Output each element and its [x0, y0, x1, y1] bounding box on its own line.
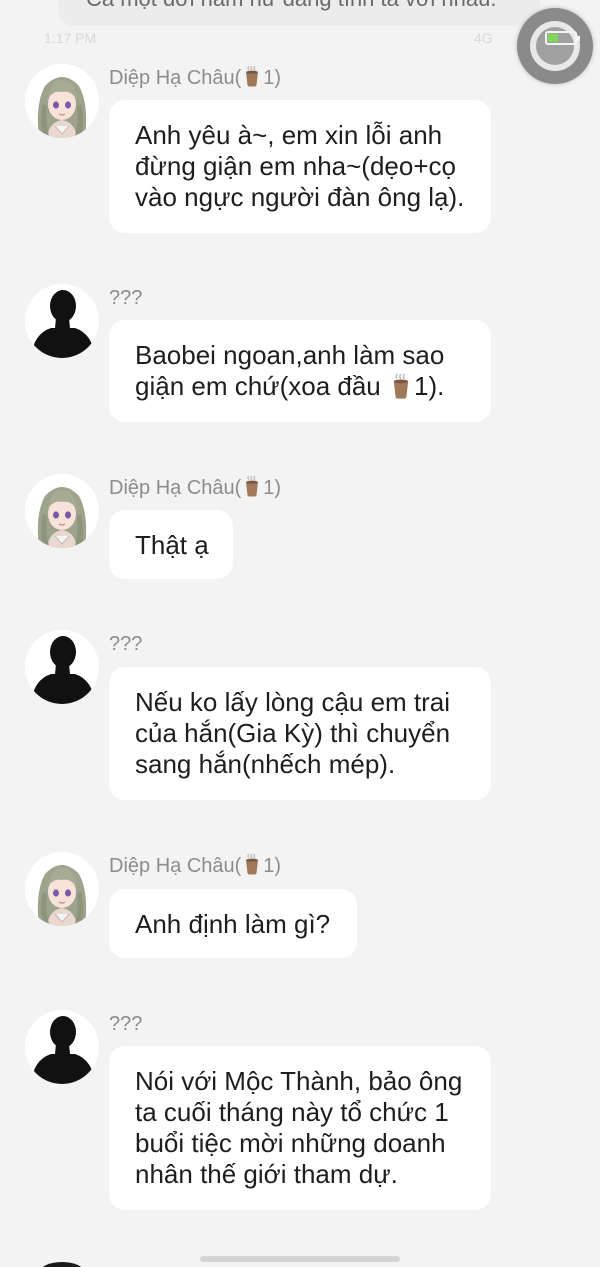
home-indicator[interactable] [200, 1256, 400, 1262]
sender-name: ??? [109, 633, 143, 655]
message-bubble[interactable]: Anh định làm gì? [109, 889, 357, 958]
previous-message-bubble: Cả một đời nắm nữ đang tình ta với nhau. [58, 0, 540, 26]
message-bubble[interactable]: Nếu ko lấy lòng cậu em trai của hắn(Gia … [109, 667, 491, 800]
status-time: 1:17 PM [44, 30, 97, 46]
sender-name: Diệp Hạ Châu(1) [109, 65, 282, 89]
sender-name: ??? [109, 287, 143, 309]
status-network: 4G [474, 30, 493, 46]
sender-name: Diệp Hạ Châu(1) [109, 475, 282, 499]
coffee-cup-icon [242, 853, 262, 875]
chat-screen: Cả một đời nắm nữ đang tình ta với nhau.… [0, 0, 600, 1267]
anime-girl-avatar[interactable] [25, 852, 99, 926]
previous-message-text: Cả một đời nắm nữ đang tình ta với nhau. [86, 0, 496, 12]
coffee-cup-icon [242, 475, 262, 497]
silhouette-avatar[interactable] [25, 1010, 99, 1084]
message-bubble[interactable]: Anh yêu à~, em xin lỗi anh đừng giận em … [109, 100, 491, 233]
assistive-touch-button[interactable] [517, 8, 593, 84]
coffee-cup-icon [389, 372, 413, 400]
sender-name: Diệp Hạ Châu(1) [109, 853, 282, 877]
message-bubble[interactable]: Baobei ngoan,anh làm sao giận em chứ(xoa… [109, 320, 491, 422]
silhouette-avatar[interactable] [25, 630, 99, 704]
message-bubble[interactable]: Nói với Mộc Thành, bảo ông ta cuối tháng… [109, 1046, 491, 1210]
silhouette-avatar[interactable] [25, 284, 99, 358]
next-message-avatar [40, 1262, 84, 1267]
coffee-cup-icon [242, 65, 262, 87]
sender-name: ??? [109, 1013, 143, 1035]
anime-girl-avatar[interactable] [25, 474, 99, 548]
anime-girl-avatar[interactable] [25, 64, 99, 138]
battery-icon [545, 31, 580, 45]
message-bubble[interactable]: Thật ạ [109, 510, 233, 579]
